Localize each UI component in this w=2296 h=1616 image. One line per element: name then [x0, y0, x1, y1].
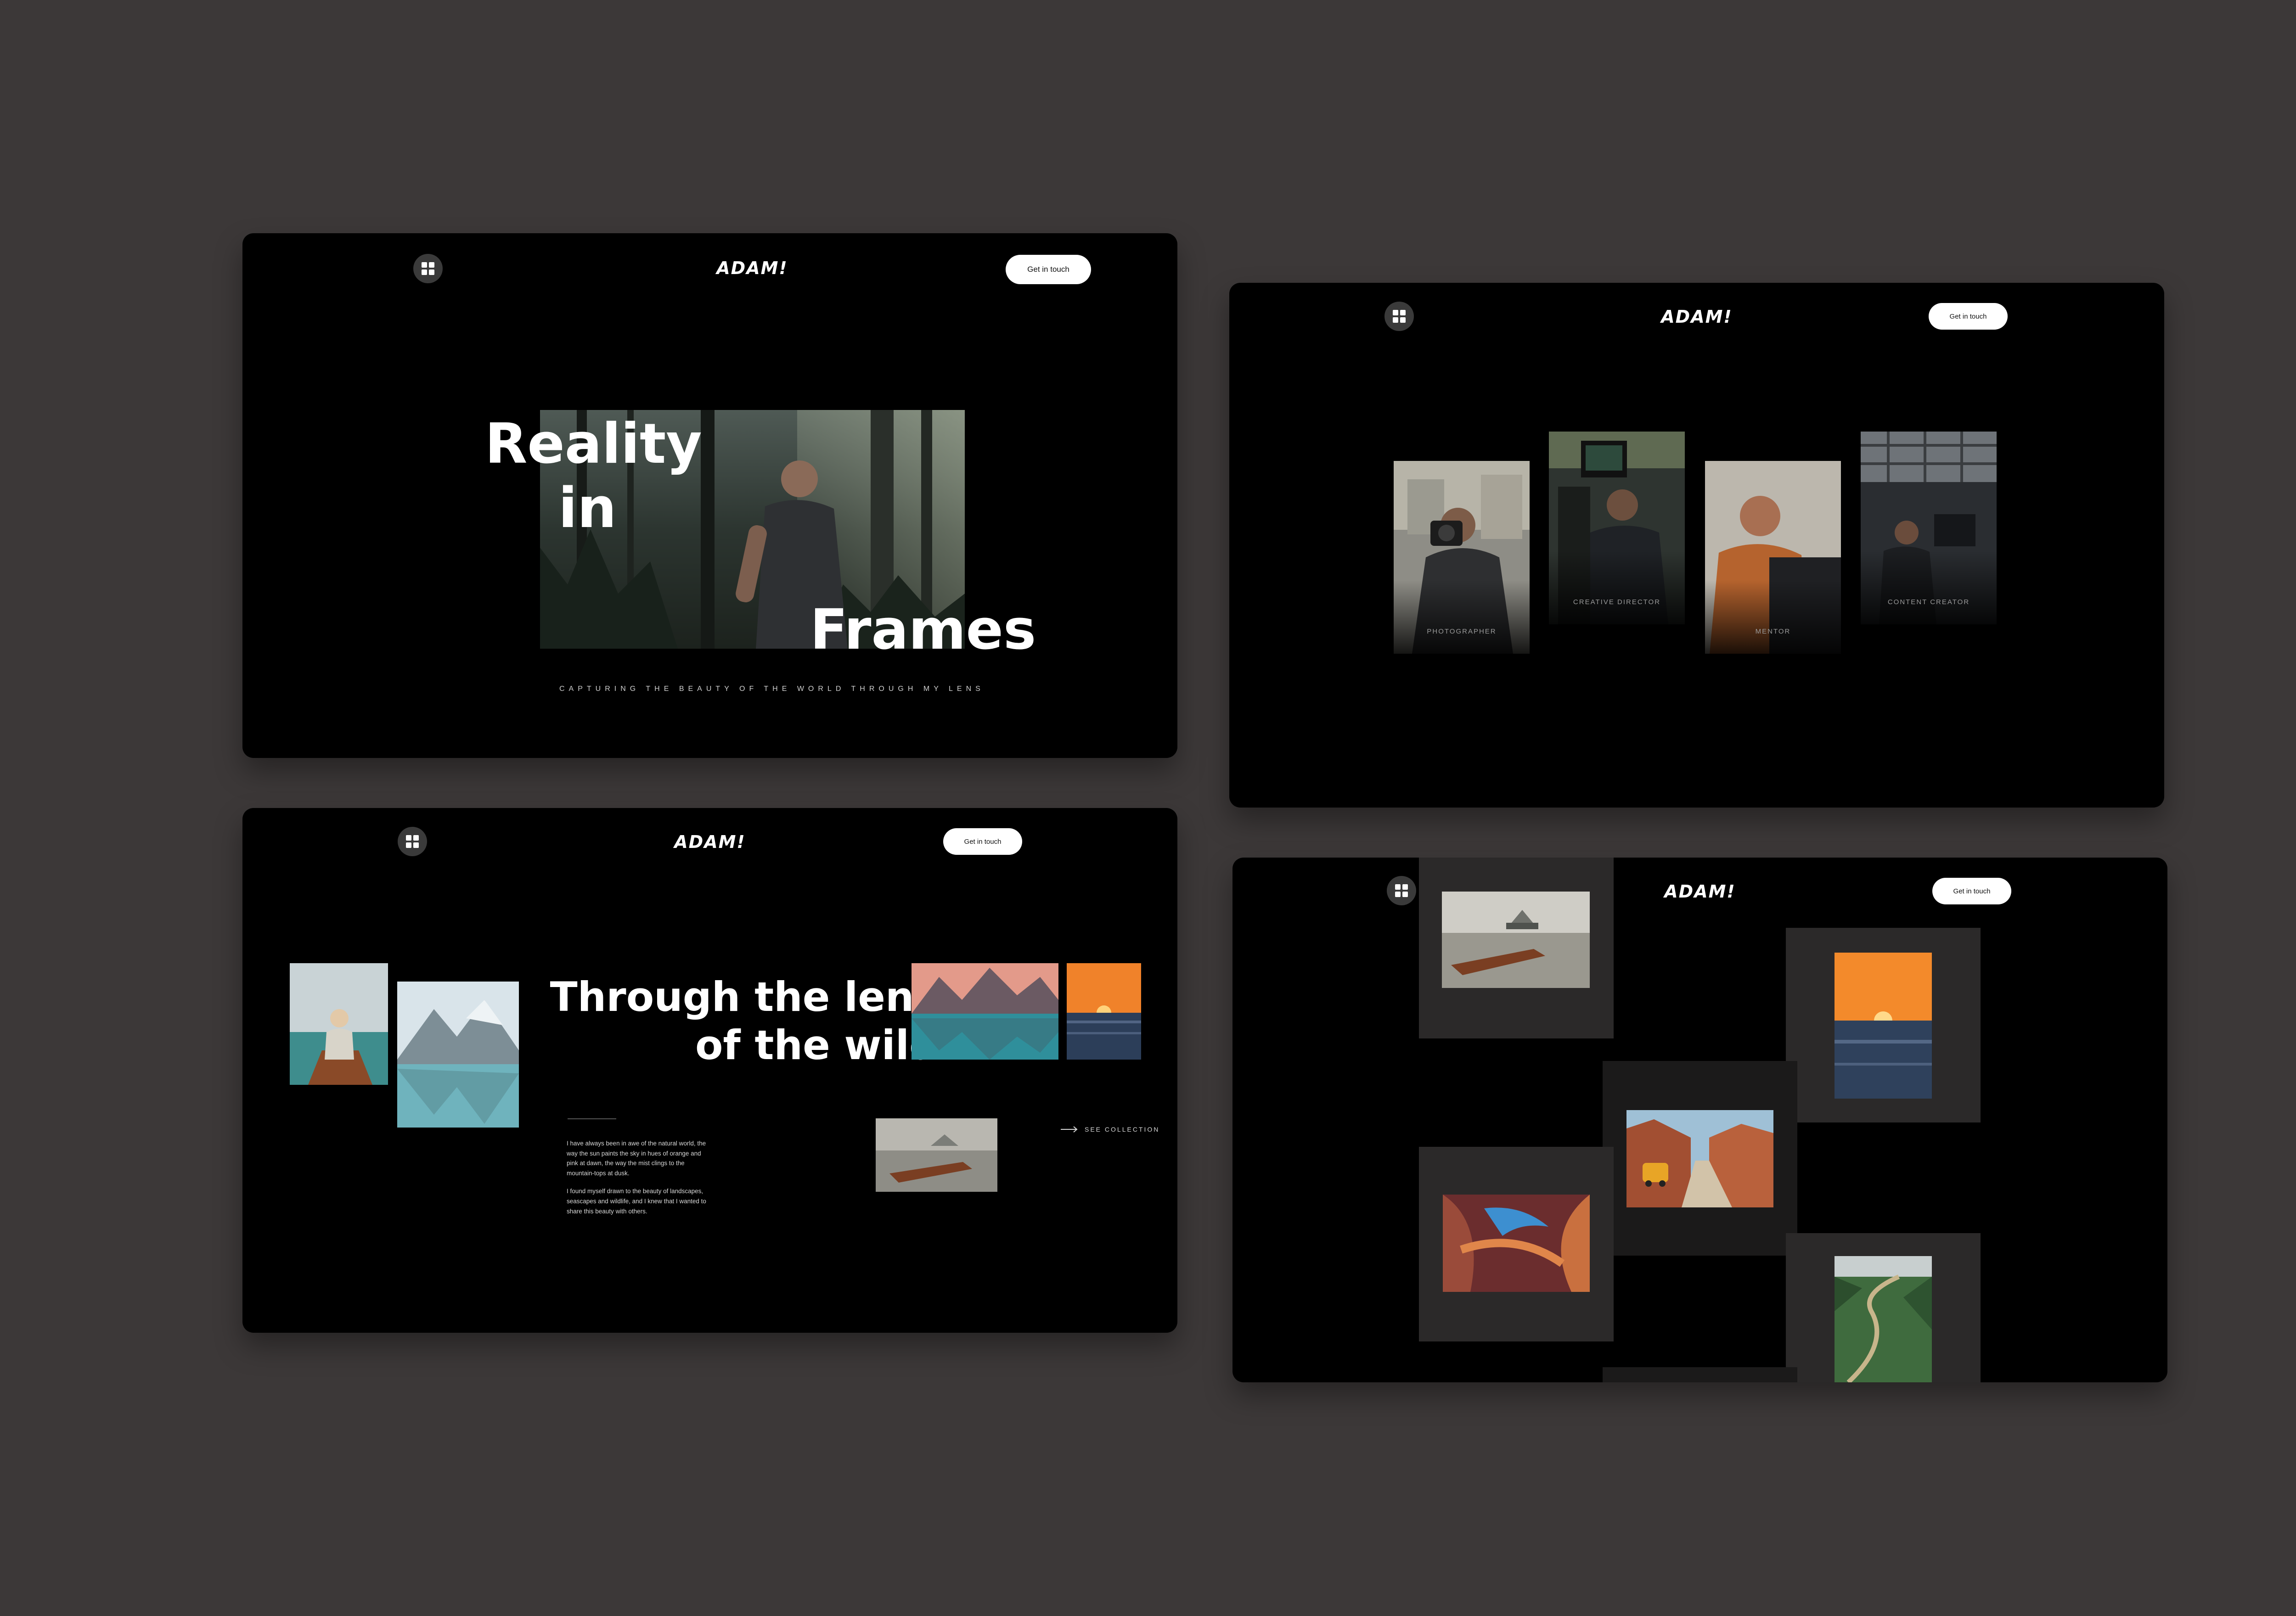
- role-label-content-creator: CONTENT CREATOR: [1887, 598, 1970, 606]
- role-card-mentor[interactable]: MENTOR: [1705, 461, 1841, 654]
- gallery-screen: ADAM! Get in touch: [1232, 858, 2167, 1382]
- menu-button[interactable]: [413, 254, 443, 283]
- hero-screen: ADAM! Get in touch Reality in Frames CAP…: [242, 233, 1177, 758]
- roles-screen: ADAM! Get in touch PHOTOGRAPHER CREATIVE…: [1229, 283, 2164, 808]
- get-in-touch-button[interactable]: Get in touch: [943, 828, 1022, 855]
- bio-paragraph-2: I found myself drawn to the beauty of la…: [567, 1188, 706, 1215]
- get-in-touch-button[interactable]: Get in touch: [1932, 878, 2011, 904]
- see-collection-label: SEE COLLECTION: [1085, 1126, 1160, 1133]
- wild-screen: ADAM! Get in touch Through the lens of t…: [242, 808, 1177, 1333]
- hero-tagline: CAPTURING THE BEAUTY OF THE WORLD THROUG…: [559, 685, 985, 693]
- card-gradient: [1861, 551, 1997, 624]
- gallery-photo-sunset-sea: [1835, 953, 1932, 1099]
- gallery-photo-boat-lake: [1442, 892, 1590, 988]
- card-gradient: [1705, 580, 1841, 654]
- role-label-photographer: PHOTOGRAPHER: [1427, 628, 1497, 635]
- hero-word-frames: Frames: [810, 598, 1036, 662]
- grid-icon: [1393, 310, 1406, 323]
- get-in-touch-button[interactable]: Get in touch: [1929, 303, 2008, 330]
- role-card-creative-director[interactable]: CREATIVE DIRECTOR: [1549, 432, 1685, 624]
- role-card-content-creator[interactable]: CONTENT CREATOR: [1861, 432, 1997, 624]
- photo-sunset-sea: [1067, 963, 1141, 1060]
- gallery-tile[interactable]: [1603, 1367, 1797, 1382]
- logo[interactable]: ADAM!: [1661, 307, 1733, 327]
- role-label-mentor: MENTOR: [1755, 628, 1791, 635]
- see-collection-link[interactable]: SEE COLLECTION: [1061, 1126, 1159, 1133]
- photo-woman-boat: [290, 963, 388, 1085]
- hero-word-in: in: [558, 477, 617, 540]
- wild-title-line1: Through the lens: [550, 973, 938, 1021]
- photo-boat-lake: [876, 1118, 997, 1192]
- menu-button[interactable]: [1384, 302, 1414, 331]
- menu-button[interactable]: [1387, 876, 1416, 905]
- gallery-photo-desert-van: [1626, 1110, 1773, 1207]
- card-gradient: [1549, 551, 1685, 624]
- arrow-right-icon: [1061, 1126, 1078, 1133]
- gallery-photo-canyon: [1443, 1195, 1590, 1292]
- logo[interactable]: ADAM!: [1664, 881, 1736, 902]
- card-gradient: [1394, 580, 1530, 654]
- photo-moraine-lake: [912, 963, 1058, 1060]
- bio-text: I have always been in awe of the natural…: [567, 1139, 714, 1224]
- hero-word-reality: Reality: [485, 412, 702, 476]
- role-label-creative-director: CREATIVE DIRECTOR: [1573, 598, 1661, 606]
- bio-paragraph-1: I have always been in awe of the natural…: [567, 1140, 706, 1177]
- grid-icon: [406, 835, 419, 848]
- grid-icon: [422, 262, 434, 275]
- menu-button[interactable]: [398, 827, 427, 856]
- presentation-canvas: ADAM! Get in touch Reality in Frames CAP…: [0, 0, 2296, 1616]
- gallery-photo-green-valley: [1835, 1256, 1932, 1382]
- role-card-photographer[interactable]: PHOTOGRAPHER: [1394, 461, 1530, 654]
- get-in-touch-button[interactable]: Get in touch: [1006, 255, 1091, 284]
- grid-icon: [1395, 884, 1408, 897]
- logo[interactable]: ADAM!: [674, 832, 746, 852]
- wild-title-line2: of the wild: [695, 1021, 938, 1069]
- photo-mountain-lake: [397, 982, 519, 1128]
- divider-line: [568, 1118, 616, 1119]
- logo[interactable]: ADAM!: [716, 258, 788, 278]
